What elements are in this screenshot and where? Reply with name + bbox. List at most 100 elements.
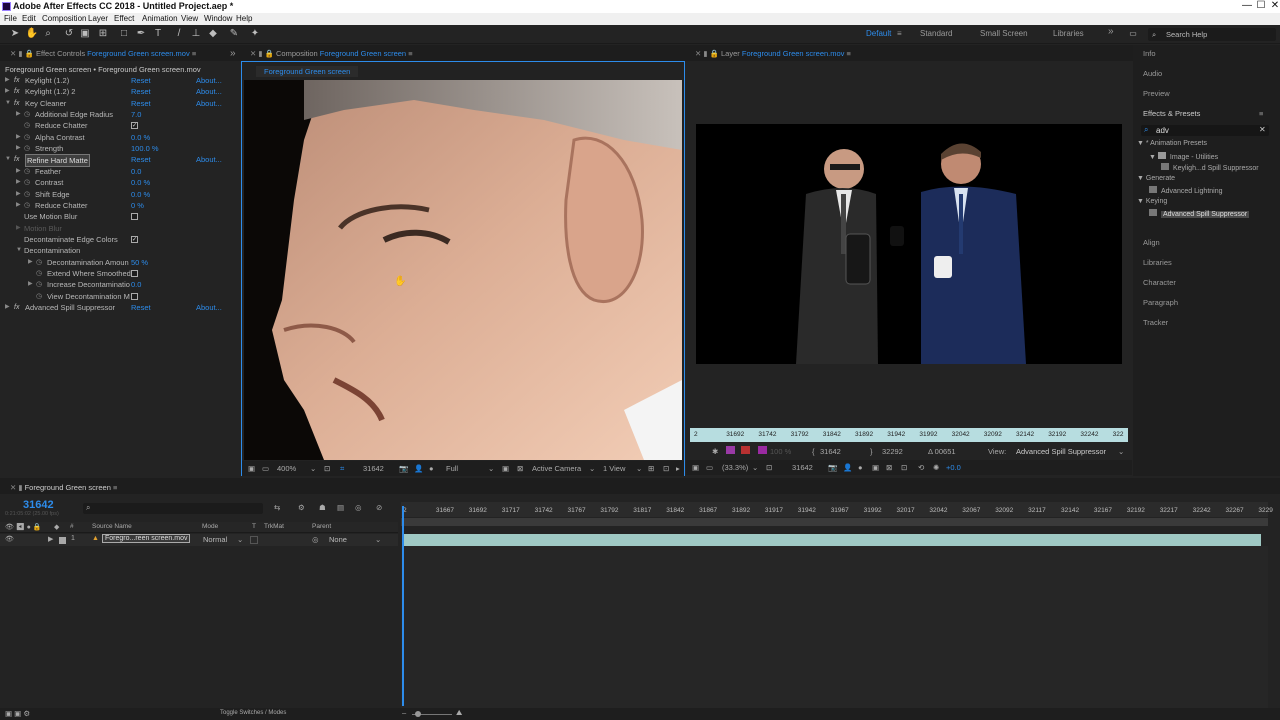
layer-viewer[interactable] <box>696 124 1122 364</box>
layer-out-point[interactable]: 32292 <box>882 447 903 456</box>
color-swatch-1[interactable] <box>726 446 735 454</box>
always-preview-icon[interactable]: ▣ <box>248 464 255 473</box>
panel-effects-presets[interactable]: Effects & Presets <box>1143 109 1200 118</box>
expand-triangle-icon[interactable]: ▶ <box>28 279 33 290</box>
close-button[interactable]: ✕ <box>1268 0 1280 12</box>
layer-magnification[interactable]: (33.3%) <box>722 463 748 472</box>
effect-row[interactable]: ▶ ◷ Strength 100.0 % <box>0 143 236 154</box>
menu-effect[interactable]: Effect <box>114 14 134 23</box>
panel-audio[interactable]: Audio <box>1143 69 1162 78</box>
table-row[interactable]: 👁 ▶ 1 ▲ Foregro...reen screen.mov Normal… <box>0 534 398 546</box>
reset-link[interactable]: Reset <box>131 302 151 313</box>
expand-triangle-icon[interactable]: ▼ <box>5 154 11 165</box>
param-checkbox[interactable]: ✓ <box>131 235 138 243</box>
camera-tool-icon[interactable]: ▣ <box>78 27 92 41</box>
reset-exposure-icon[interactable]: ⊡ <box>663 464 669 473</box>
transparency-grid-icon[interactable]: ⊠ <box>886 463 892 472</box>
expand-triangle-icon[interactable]: ▼ <box>1149 154 1158 161</box>
effect-row[interactable]: ▶ fx Keylight (1.2) Reset About... <box>0 75 236 86</box>
panel-menu-icon[interactable]: ≡ <box>847 49 851 58</box>
layer-parent-dropdown[interactable]: None <box>329 534 347 545</box>
label-color-swatch[interactable] <box>59 537 66 544</box>
expand-triangle-icon[interactable]: ▼ <box>5 98 11 109</box>
expand-triangle-icon[interactable]: ▶ <box>16 223 21 234</box>
views-dropdown[interactable]: 1 View <box>603 464 625 473</box>
timeline-icon[interactable]: ▸ <box>676 464 680 473</box>
column-mode[interactable]: Mode <box>202 523 218 530</box>
channel-icon[interactable]: ● <box>858 463 863 472</box>
roto-brush-tool-icon[interactable]: ✎ <box>227 27 241 41</box>
region-of-interest-icon[interactable]: ⊡ <box>901 463 907 472</box>
view-dropdown[interactable]: Advanced Spill Suppressor <box>1016 447 1106 456</box>
fast-previews-icon[interactable]: ▣ <box>502 464 509 473</box>
preserve-transparency-box[interactable] <box>250 536 258 544</box>
timeline-ruler[interactable]: 2 31667 31692 31717 31742 31767 31792 31817 3184… <box>401 502 1273 517</box>
about-link[interactable]: About... <box>196 302 222 313</box>
panel-toggle-icon[interactable]: ▭ <box>1126 27 1140 41</box>
effect-row[interactable]: ▼ fx Key Cleaner Reset About... <box>0 98 236 109</box>
panel-preview[interactable]: Preview <box>1143 89 1170 98</box>
effect-row[interactable]: Use Motion Blur <box>0 211 236 222</box>
fx-toggle-icon[interactable]: fx <box>14 302 19 313</box>
stopwatch-icon[interactable]: ◷ <box>24 189 30 200</box>
expand-triangle-icon[interactable]: ▶ <box>28 257 33 268</box>
panel-tracker[interactable]: Tracker <box>1143 318 1168 327</box>
about-link[interactable]: About... <box>196 154 222 165</box>
3d-view-icon[interactable]: ⟲ <box>918 463 924 472</box>
hand-tool-icon[interactable]: ✋ <box>25 27 39 41</box>
reset-link[interactable]: Reset <box>131 98 151 109</box>
reset-link[interactable]: Reset <box>131 75 151 86</box>
expand-triangle-icon[interactable]: ▼ <box>1137 198 1146 205</box>
composition-breadcrumb[interactable]: Foreground Green screen <box>256 66 359 77</box>
param-value[interactable]: 0.0 % <box>131 132 150 143</box>
effect-row[interactable]: ▶ ◷ Increase Decontaminatio 0.0 <box>0 279 236 290</box>
timeline-tab[interactable]: ✕ ▮ Foreground Green screen ≡ <box>10 483 117 497</box>
effect-row[interactable]: Decontaminate Edge Colors ✓ <box>0 234 236 245</box>
clone-stamp-tool-icon[interactable]: ⊥ <box>189 27 203 41</box>
clear-search-icon[interactable]: ✕ <box>1259 125 1266 134</box>
preset-tree-item[interactable]: ▼ * Animation Presets <box>1137 140 1207 147</box>
fx-toggle-icon[interactable]: fx <box>14 75 19 86</box>
effect-row[interactable]: ▶ ◷ Reduce Chatter 0 % <box>0 200 236 211</box>
show-snapshot-icon[interactable]: 👤 <box>414 464 423 473</box>
expand-triangle-icon[interactable]: ▶ <box>16 132 21 143</box>
draft-3d-icon[interactable]: ⚙ <box>298 503 305 512</box>
stopwatch-icon[interactable]: ◷ <box>24 120 30 131</box>
region-of-interest-icon[interactable]: ⌗ <box>340 464 344 474</box>
rotate-tool-icon[interactable]: ↺ <box>62 27 76 41</box>
fast-previews-icon[interactable]: ▣ <box>872 463 879 472</box>
effect-row[interactable]: ▶ ◷ Alpha Contrast 0.0 % <box>0 132 236 143</box>
preset-tree-item[interactable]: ▼ Generate <box>1137 175 1175 182</box>
pen-tool-icon[interactable]: ✒ <box>134 27 148 41</box>
workspace-standard[interactable]: Standard <box>920 29 952 38</box>
panel-menu-icon[interactable]: ≡ <box>113 483 117 492</box>
workspace-small-screen[interactable]: Small Screen <box>980 29 1028 38</box>
about-link[interactable]: About... <box>196 86 222 97</box>
color-swatch-2[interactable] <box>741 446 750 454</box>
expand-triangle-icon[interactable]: ▶ <box>5 302 10 313</box>
param-value[interactable]: 0.0 % <box>131 189 150 200</box>
puppet-pin-tool-icon[interactable]: ✦ <box>248 27 262 41</box>
transparency-grid-icon[interactable]: ⊠ <box>517 464 523 473</box>
eraser-tool-icon[interactable]: ◆ <box>206 27 220 41</box>
effect-name[interactable]: Key Cleaner <box>25 98 66 109</box>
panel-paragraph[interactable]: Paragraph <box>1143 298 1178 307</box>
preset-tree-item[interactable]: Advanced Spill Suppressor <box>1149 209 1250 218</box>
timeline-search-input[interactable]: ⌕ <box>83 503 263 514</box>
frame-blending-icon[interactable]: ▤ <box>337 503 344 512</box>
menu-layer[interactable]: Layer <box>88 14 108 23</box>
workspace-more-button[interactable]: » <box>1108 26 1114 37</box>
monitor-icon[interactable]: ▭ <box>706 463 713 472</box>
param-checkbox[interactable] <box>131 213 138 221</box>
composition-viewer[interactable]: ✋ <box>244 80 682 460</box>
zoom-tool-icon[interactable]: ⌕ <box>41 27 55 41</box>
workspace-libraries[interactable]: Libraries <box>1053 29 1084 38</box>
in-out-icon[interactable]: ✱ <box>712 447 718 456</box>
expand-triangle-icon[interactable]: ▶ <box>5 75 10 86</box>
expand-triangle-icon[interactable]: ▶ <box>16 200 21 211</box>
camera-dropdown[interactable]: Active Camera <box>532 464 581 473</box>
fx-toggle-icon[interactable]: fx <box>14 86 19 97</box>
exposure-value[interactable]: +0.0 <box>946 463 961 472</box>
resolution-dropdown[interactable]: Full <box>446 464 458 473</box>
effect-row[interactable]: ◷ Extend Where Smoothed <box>0 268 236 279</box>
